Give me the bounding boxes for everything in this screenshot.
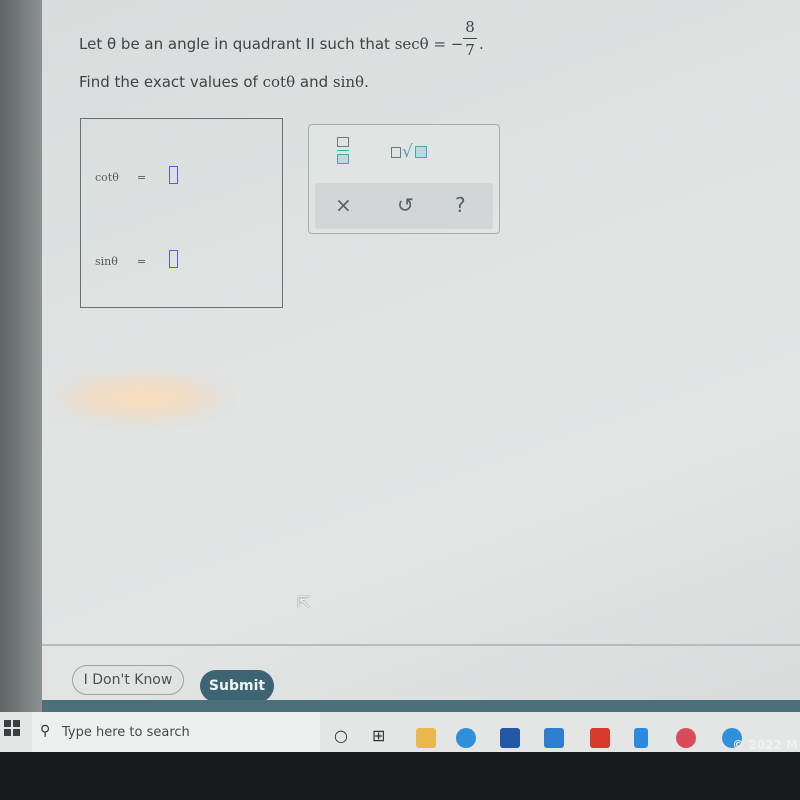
fraction-numerator: 8 xyxy=(465,18,475,36)
question-period-2: . xyxy=(364,73,369,91)
cot-term: cotθ xyxy=(262,73,296,91)
copyright-text: © 2022 M xyxy=(732,738,798,752)
file-explorer-icon[interactable] xyxy=(416,728,436,748)
windows-taskbar: ⚲ Type here to search ○ ⊞ xyxy=(0,712,800,757)
clear-button[interactable]: × xyxy=(335,193,352,217)
cot-answer-input[interactable] xyxy=(169,166,178,184)
store-icon[interactable] xyxy=(500,728,520,748)
fraction-icon-denominator xyxy=(337,154,349,164)
toolbar-actions: × ↺ ? xyxy=(315,183,493,229)
answer-row-sin: sinθ = xyxy=(95,250,178,268)
windows-logo-icon xyxy=(13,729,20,736)
browser-page: Let θ be an angle in quadrant II such th… xyxy=(42,0,800,712)
search-icon: ⚲ xyxy=(40,723,51,739)
fraction-button[interactable] xyxy=(337,137,349,167)
question-period: . xyxy=(479,35,484,53)
monitor-bottom-bezel xyxy=(0,752,800,800)
windows-logo-icon xyxy=(4,729,11,736)
question-line-1: Let θ be an angle in quadrant II such th… xyxy=(79,35,463,53)
phone-link-icon[interactable] xyxy=(634,728,648,748)
math-toolbar: √ × ↺ ? xyxy=(308,124,500,234)
search-placeholder: Type here to search xyxy=(62,725,190,740)
cot-label: cotθ xyxy=(95,171,119,184)
footer-band xyxy=(42,700,800,712)
task-view-icon[interactable]: ⊞ xyxy=(372,726,385,745)
equals-sign: = xyxy=(137,171,147,184)
dont-know-button[interactable]: I Don't Know xyxy=(72,665,184,695)
light-glare xyxy=(52,370,232,425)
and-word: and xyxy=(295,73,333,91)
question-prefix: Let θ be an angle in quadrant II such th… xyxy=(79,35,395,53)
help-button[interactable]: ? xyxy=(455,193,466,217)
question-line-2: Find the exact values of cotθ and sinθ. xyxy=(79,73,369,91)
footer-divider xyxy=(42,644,800,646)
radicand-icon xyxy=(415,146,427,158)
answer-row-cot: cotθ = xyxy=(95,166,178,184)
sin-label: sinθ xyxy=(95,255,118,268)
start-button[interactable] xyxy=(4,720,22,738)
secant-expression: secθ = − xyxy=(394,35,464,53)
taskbar-search[interactable]: ⚲ Type here to search xyxy=(32,712,320,756)
fraction-8-over-7: 8 7 xyxy=(463,18,477,59)
windows-logo-icon xyxy=(4,720,11,727)
nth-root-button[interactable]: √ xyxy=(391,142,441,165)
equals-sign: = xyxy=(137,255,147,268)
sin-answer-input[interactable] xyxy=(169,250,178,268)
find-text: Find the exact values of xyxy=(79,73,263,91)
fraction-icon-bar xyxy=(337,150,349,151)
fraction-bar xyxy=(463,38,477,39)
monitor-bezel xyxy=(0,0,42,712)
fraction-denominator: 7 xyxy=(465,41,475,59)
sin-term: sinθ xyxy=(332,73,365,91)
snipping-tool-icon[interactable] xyxy=(676,728,696,748)
root-index-icon xyxy=(391,147,401,158)
office-icon[interactable] xyxy=(590,728,610,748)
radical-icon: √ xyxy=(402,142,413,162)
submit-button[interactable]: Submit xyxy=(200,670,274,702)
answer-panel: cotθ = sinθ = xyxy=(80,118,283,308)
edge-icon[interactable] xyxy=(456,728,476,748)
undo-button[interactable]: ↺ xyxy=(397,193,414,217)
windows-logo-icon xyxy=(13,720,20,727)
cortana-icon[interactable]: ○ xyxy=(334,726,348,745)
fraction-icon-numerator xyxy=(337,137,349,147)
mouse-cursor-icon: ⇱ xyxy=(297,593,311,612)
mail-icon[interactable] xyxy=(544,728,564,748)
